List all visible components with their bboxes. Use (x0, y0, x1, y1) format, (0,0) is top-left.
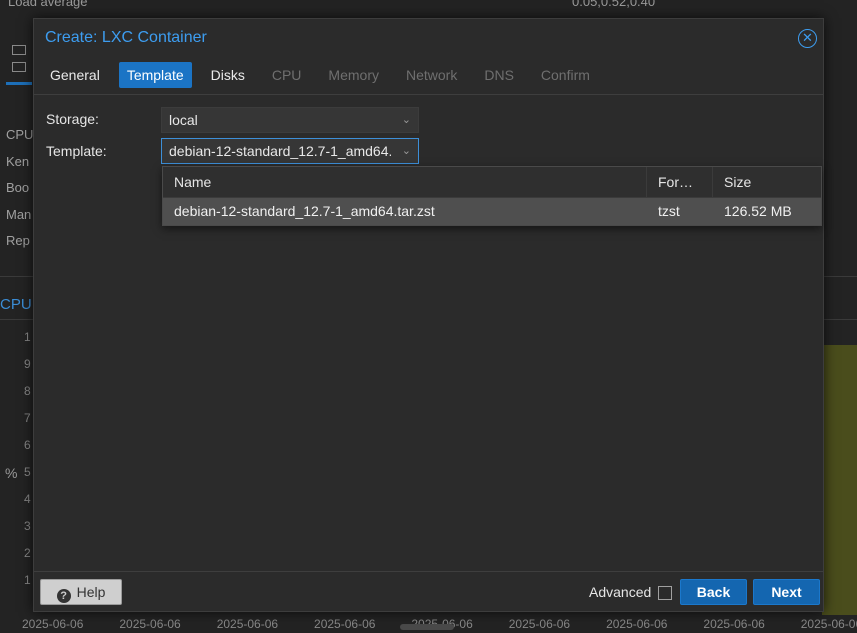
template-label: Template: (46, 143, 107, 159)
disk-icon (12, 62, 26, 72)
wizard-tabs: General Template Disks CPU Memory Networ… (42, 62, 609, 88)
y-tick: 1 (24, 573, 31, 587)
storage-value: local (169, 112, 198, 128)
close-icon[interactable]: ✕ (798, 29, 817, 48)
chart-scrollbar[interactable] (400, 624, 454, 630)
row-size: 126.52 MB (724, 203, 792, 219)
tab-disks[interactable]: Disks (203, 62, 253, 88)
y-tick: 8 (24, 384, 31, 398)
divider (34, 571, 823, 572)
tab-dns: DNS (484, 67, 514, 83)
summary-item: Rep (6, 233, 30, 248)
cpu-chart-area (822, 345, 857, 615)
column-header-size[interactable]: Size (713, 167, 821, 197)
x-tick: 2025-06-06 (119, 617, 181, 631)
create-lxc-dialog: Create: LXC Container ✕ General Template… (33, 18, 824, 612)
grid-header: Name For… Size (163, 167, 821, 198)
x-tick: 2025-06-06 (703, 617, 765, 631)
y-tick: 9 (24, 357, 31, 371)
y-tick: 6 (24, 438, 31, 452)
x-tick: 2025-06-06 (314, 617, 376, 631)
y-tick: 7 (24, 411, 31, 425)
column-header-format[interactable]: For… (647, 167, 713, 197)
x-tick: 2025-06-06 (22, 617, 84, 631)
tab-general[interactable]: General (42, 62, 108, 88)
x-tick: 2025-06-06 (800, 617, 857, 631)
summary-item: Ken (6, 153, 30, 169)
divider (34, 94, 823, 95)
storage-label: Storage: (46, 111, 99, 127)
storage-select[interactable]: local ⌄ (161, 107, 419, 133)
background-summary-list: CPU Ken Boo Man Rep (6, 127, 33, 260)
dialog-title: Create: LXC Container (45, 29, 207, 46)
row-name: debian-12-standard_12.7-1_amd64.tar.zst (174, 203, 435, 219)
y-tick: 4 (24, 492, 31, 506)
advanced-label: Advanced (589, 584, 652, 600)
chevron-down-icon[interactable]: ⌄ (402, 108, 411, 132)
help-label: Help (76, 584, 106, 600)
load-average-row: Load average 0.05,0.52,0.40 (0, 0, 857, 10)
column-header-name[interactable]: Name (163, 167, 647, 197)
x-tick: 2025-06-06 (508, 617, 571, 631)
summary-item: Man (6, 206, 32, 222)
y-tick: 5 (24, 465, 31, 479)
x-tick: 2025-06-06 (216, 617, 279, 631)
tab-template[interactable]: Template (118, 62, 192, 88)
template-dropdown-grid: Name For… Size debian-12-standard_12.7-1… (162, 166, 822, 226)
tab-cpu: CPU (271, 67, 302, 83)
cpu-chart-heading: CPU (0, 296, 32, 313)
row-format: tzst (658, 203, 680, 219)
summary-item: CPU (6, 127, 34, 142)
next-button[interactable]: Next (753, 579, 820, 605)
x-tick: 2025-06-06 (606, 617, 668, 631)
cpu-chart-y-axis: 1 9 8 7 6 5 4 3 2 1 (24, 330, 31, 600)
advanced-checkbox[interactable] (658, 586, 672, 600)
background-side-tabs (6, 38, 36, 96)
tab-confirm: Confirm (540, 67, 590, 83)
load-average-label: Load average (8, 0, 88, 9)
memory-icon (12, 45, 26, 55)
cpu-chart-y-unit: % (5, 465, 18, 481)
summary-item: Boo (6, 180, 30, 195)
help-button[interactable]: ? Help (40, 579, 122, 605)
active-indicator (6, 82, 32, 85)
template-select[interactable]: debian-12-standard_12.7-1_amd64.tar.zst … (161, 138, 419, 164)
question-circle-icon: ? (56, 589, 71, 603)
y-tick: 2 (24, 546, 31, 560)
table-row[interactable]: debian-12-standard_12.7-1_amd64.tar.zst … (163, 198, 821, 225)
template-value: debian-12-standard_12.7-1_amd64.tar.zst (169, 143, 391, 159)
back-button[interactable]: Back (680, 579, 747, 605)
chevron-down-icon[interactable]: ⌄ (402, 139, 411, 163)
tab-network: Network (405, 67, 458, 83)
load-average-value: 0.05,0.52,0.40 (572, 0, 656, 9)
tab-memory: Memory (328, 67, 379, 83)
y-tick: 3 (24, 519, 31, 533)
y-tick: 1 (24, 330, 31, 344)
